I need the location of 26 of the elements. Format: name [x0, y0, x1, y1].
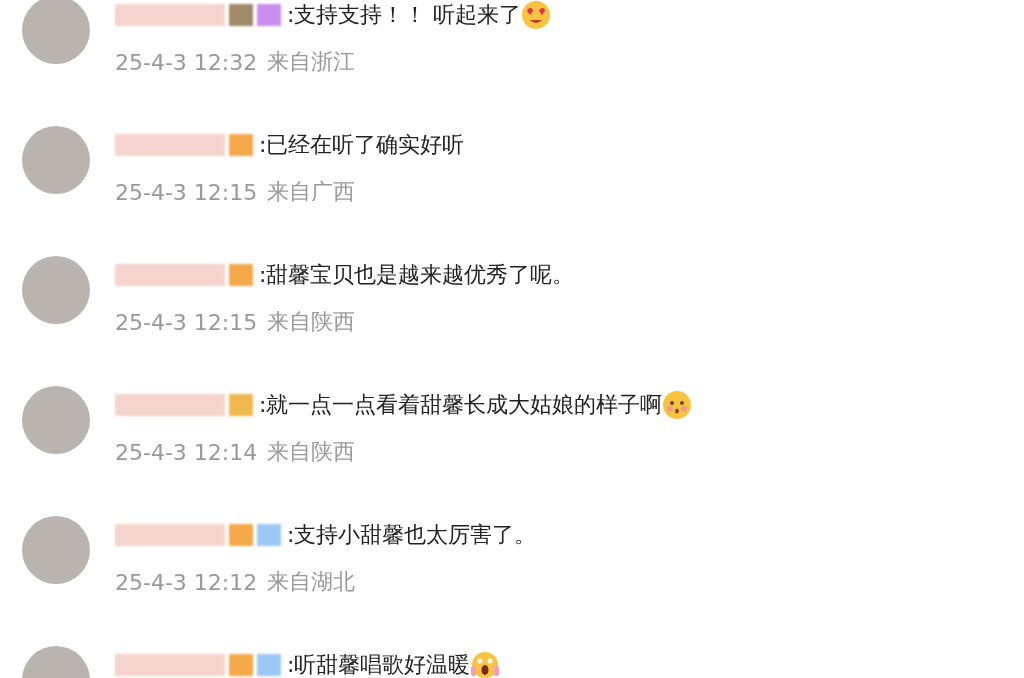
blurred-username[interactable]	[115, 394, 225, 416]
comment-time: 25-4-3 12:12	[115, 569, 258, 595]
comment-text: :甜馨宝贝也是越来越优秀了呢。	[259, 261, 575, 289]
avatar[interactable]	[22, 0, 90, 64]
comment-text: :就一点一点看着甜馨长成大姑娘的样子啊	[259, 391, 663, 419]
comment-time: 25-4-3 12:15	[115, 179, 258, 205]
comment-time: 25-4-3 12:15	[115, 309, 258, 335]
comment-text: :支持小甜馨也太厉害了。	[287, 521, 537, 549]
blurred-username[interactable]	[115, 4, 225, 26]
blurred-username[interactable]	[115, 134, 225, 156]
comment-location: 来自陕西	[267, 308, 356, 336]
comment-location: 来自浙江	[267, 48, 356, 76]
screaming-emoji-icon	[470, 650, 501, 678]
heart-eyes-emoji-icon	[521, 0, 552, 30]
blurred-username[interactable]	[115, 264, 225, 286]
comment-text: :支持支持！！ 听起来了	[287, 1, 522, 29]
comment-time: 25-4-3 12:14	[115, 439, 258, 465]
comment-location: 来自陕西	[267, 438, 356, 466]
comment-location: 来自湖北	[267, 568, 356, 596]
comment-text: :听甜馨唱歌好温暖	[287, 651, 471, 678]
comment-time: 25-4-3 12:32	[115, 49, 258, 75]
blushing-emoji-icon	[662, 390, 693, 420]
blurred-username[interactable]	[115, 654, 225, 676]
comment-location: 来自广西	[267, 178, 356, 206]
comment-text: :已经在听了确实好听	[259, 131, 465, 159]
blurred-username[interactable]	[115, 524, 225, 546]
